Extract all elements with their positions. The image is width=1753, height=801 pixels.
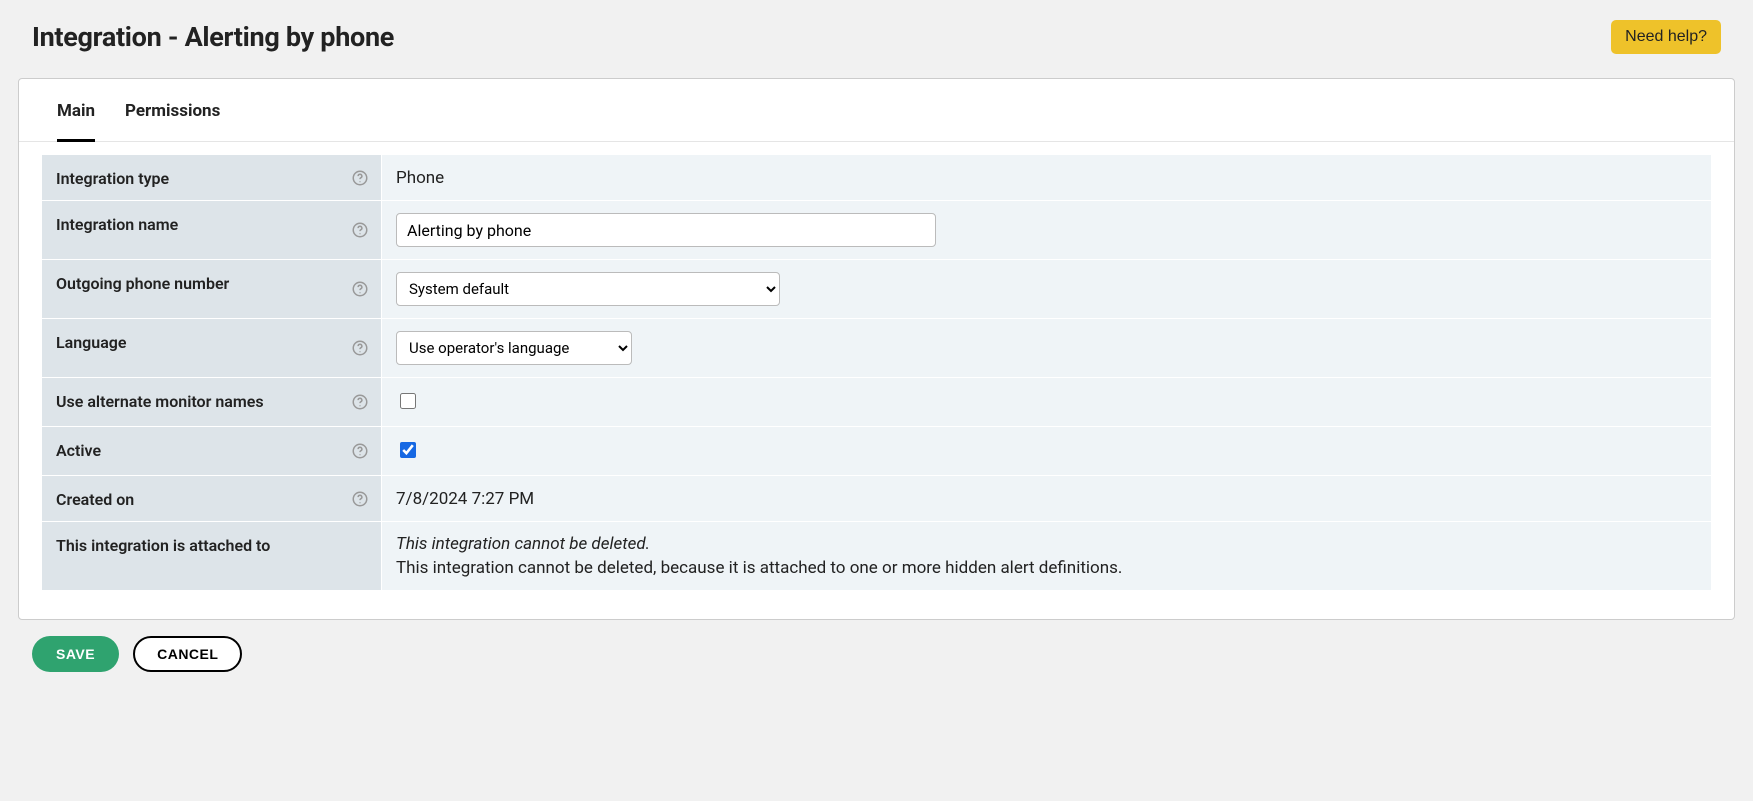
label-active: Active	[56, 441, 101, 460]
label-integration-type: Integration type	[56, 169, 169, 188]
help-icon[interactable]	[351, 393, 369, 411]
value-created-on: 7/8/2024 7:27 PM	[396, 489, 534, 509]
row-language: Language Use operator's language	[42, 319, 1712, 378]
tab-permissions[interactable]: Permissions	[125, 79, 220, 142]
row-created-on: Created on 7/8/2024 7:27 PM	[42, 476, 1712, 522]
value-integration-type: Phone	[396, 168, 444, 188]
tabs: Main Permissions	[19, 79, 1734, 142]
help-icon[interactable]	[351, 339, 369, 357]
active-checkbox[interactable]	[400, 442, 416, 458]
tab-main[interactable]: Main	[57, 79, 95, 142]
help-icon[interactable]	[351, 490, 369, 508]
attached-cannot-delete-desc: This integration cannot be deleted, beca…	[396, 558, 1697, 578]
row-integration-name: Integration name	[42, 201, 1712, 260]
cancel-button[interactable]: CANCEL	[133, 636, 242, 672]
attached-cannot-delete-italic: This integration cannot be deleted.	[396, 534, 1697, 554]
help-icon[interactable]	[351, 221, 369, 239]
label-attached-to: This integration is attached to	[56, 536, 270, 555]
language-select[interactable]: Use operator's language	[396, 331, 632, 365]
integration-name-input[interactable]	[396, 213, 936, 247]
label-created-on: Created on	[56, 490, 134, 509]
row-outgoing-phone: Outgoing phone number System default	[42, 260, 1712, 319]
label-alt-names: Use alternate monitor names	[56, 392, 264, 411]
label-integration-name: Integration name	[56, 215, 178, 234]
row-attached-to: This integration is attached to This int…	[42, 522, 1712, 591]
help-icon[interactable]	[351, 280, 369, 298]
help-icon[interactable]	[351, 169, 369, 187]
row-integration-type: Integration type Phone	[42, 155, 1712, 201]
need-help-button[interactable]: Need help?	[1611, 20, 1721, 54]
help-icon[interactable]	[351, 442, 369, 460]
save-button[interactable]: SAVE	[32, 636, 119, 672]
outgoing-phone-select[interactable]: System default	[396, 272, 780, 306]
label-outgoing-phone: Outgoing phone number	[56, 274, 229, 293]
form-table: Integration type Phone Integration name	[41, 154, 1712, 591]
alt-names-checkbox[interactable]	[400, 393, 416, 409]
row-active: Active	[42, 427, 1712, 476]
integration-card: Main Permissions Integration type Phone	[18, 78, 1735, 620]
label-language: Language	[56, 333, 127, 352]
row-alt-names: Use alternate monitor names	[42, 378, 1712, 427]
page-title: Integration - Alerting by phone	[32, 21, 394, 53]
